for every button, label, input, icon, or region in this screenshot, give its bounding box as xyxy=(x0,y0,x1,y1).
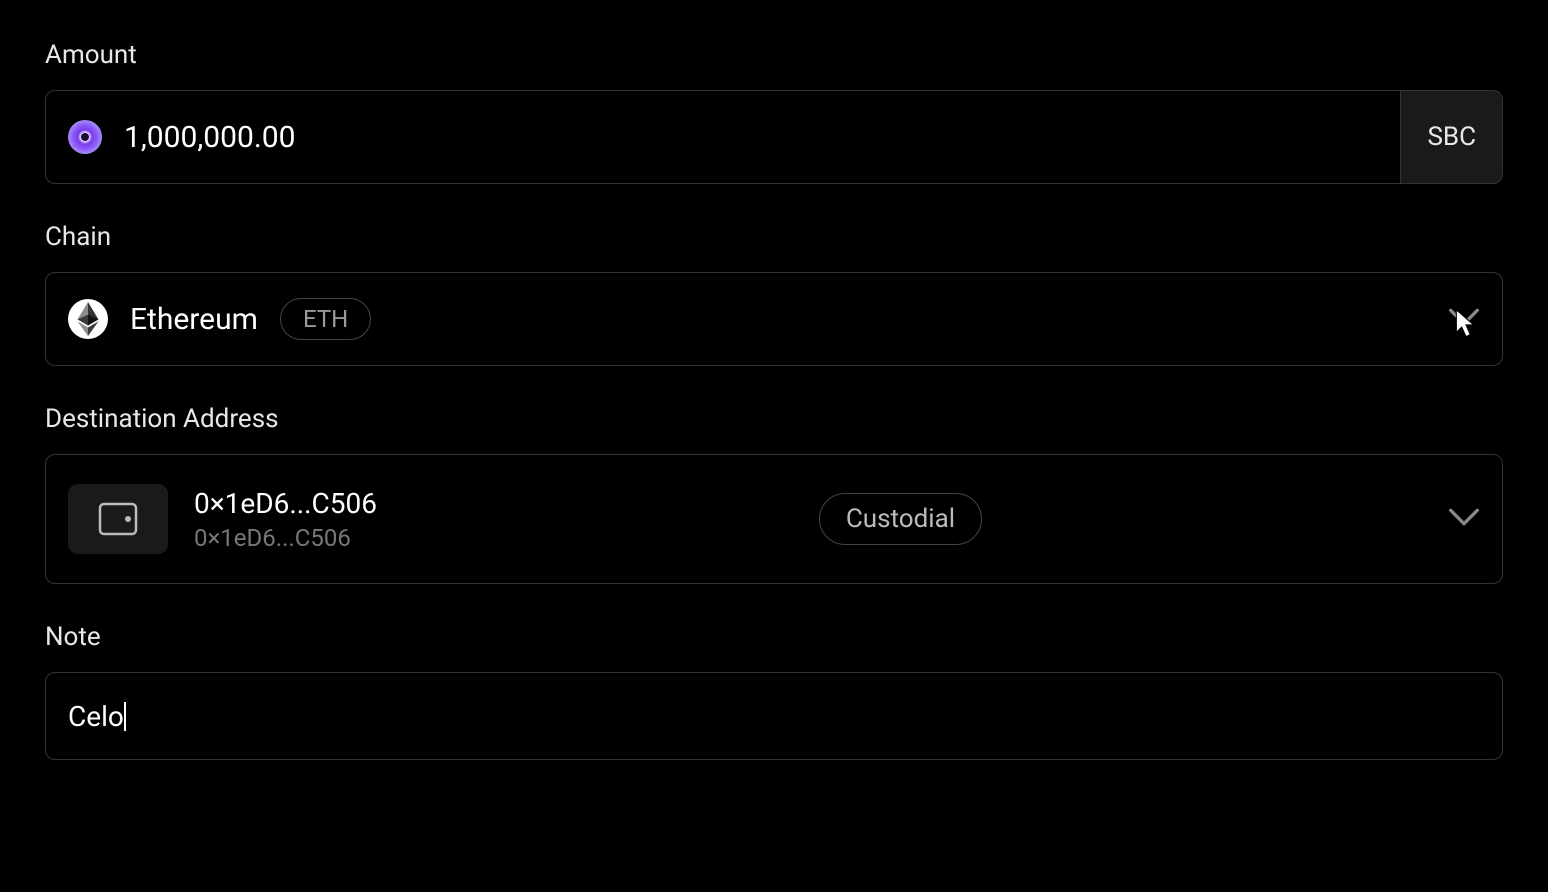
chain-symbol-badge: ETH xyxy=(280,298,371,340)
custodial-badge: Custodial xyxy=(819,493,982,545)
chevron-down-icon xyxy=(1448,307,1480,331)
note-input-box[interactable]: Celo xyxy=(45,672,1503,760)
amount-input-row: 1,000,000.00 SBC xyxy=(45,90,1503,184)
wallet-icon xyxy=(68,484,168,554)
destination-label: Destination Address xyxy=(45,404,1503,434)
note-label: Note xyxy=(45,622,1503,652)
chain-field-group: Chain Ethereum ETH xyxy=(45,222,1503,366)
amount-field-group: Amount 1,000,000.00 SBC xyxy=(45,40,1503,184)
destination-select[interactable]: 0×1eD6...C506 0×1eD6...C506 Custodial xyxy=(45,454,1503,584)
chain-label: Chain xyxy=(45,222,1503,252)
note-field-group: Note Celo xyxy=(45,622,1503,760)
ethereum-icon xyxy=(68,299,108,339)
address-secondary: 0×1eD6...C506 xyxy=(194,524,377,552)
currency-selector[interactable]: SBC xyxy=(1400,90,1503,184)
chevron-down-icon xyxy=(1448,507,1480,531)
amount-input[interactable]: 1,000,000.00 xyxy=(45,90,1400,184)
note-value: Celo xyxy=(68,700,124,733)
destination-field-group: Destination Address 0×1eD6...C506 0×1eD6… xyxy=(45,404,1503,584)
address-primary: 0×1eD6...C506 xyxy=(194,487,377,520)
token-icon xyxy=(68,120,102,154)
amount-value: 1,000,000.00 xyxy=(124,120,295,155)
chain-select[interactable]: Ethereum ETH xyxy=(45,272,1503,366)
amount-label: Amount xyxy=(45,40,1503,70)
chain-name: Ethereum xyxy=(130,302,258,337)
address-text-group: 0×1eD6...C506 0×1eD6...C506 xyxy=(194,487,377,552)
